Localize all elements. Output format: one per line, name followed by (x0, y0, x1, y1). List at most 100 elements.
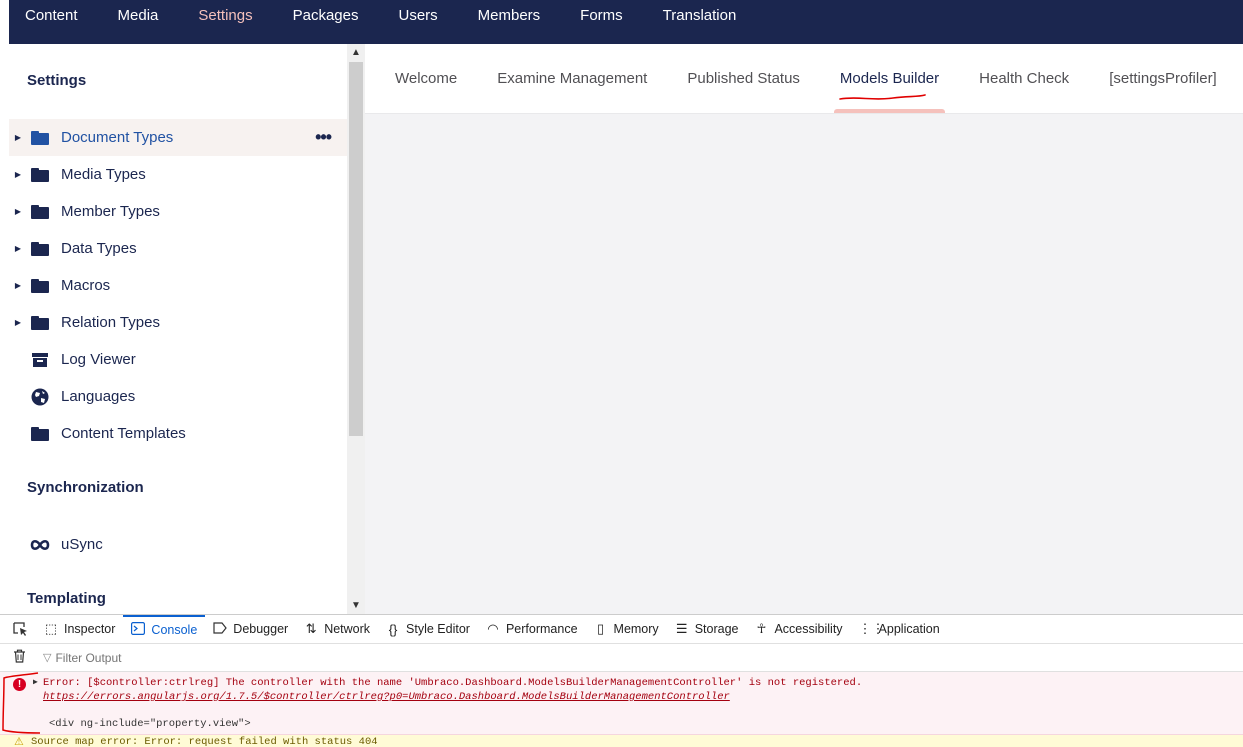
tab-label: Network (324, 622, 371, 636)
storage-icon: ☰ (675, 621, 688, 636)
scroll-down-icon[interactable]: ▼ (347, 597, 365, 614)
expand-caret-icon[interactable]: ▶ (10, 318, 26, 327)
folder-icon (29, 166, 51, 184)
section-users[interactable]: Users (378, 0, 457, 44)
application-icon: ⋮⋮ (858, 621, 885, 636)
debugger-icon (213, 621, 228, 637)
expand-caret-icon[interactable]: ▶ (10, 244, 26, 253)
devtools-tab-debugger[interactable]: Debugger (205, 615, 296, 644)
tree-item-label: Member Types (61, 203, 160, 220)
folder-icon (29, 314, 51, 332)
tree-item-label: Macros (61, 277, 111, 294)
tree-item-document-types[interactable]: ▶ Document Types ••• (9, 119, 347, 156)
tree-item-label: Languages (61, 388, 136, 405)
tab-health-check[interactable]: Health Check (979, 44, 1069, 113)
browser-devtools: ⬚ Inspector Console Debugger ⇅ Network {} S… (0, 614, 1243, 747)
section-settings[interactable]: Settings (178, 0, 273, 55)
console-filter-bar: ▽ (0, 644, 1243, 672)
tree-item-data-types[interactable]: ▶ Data Types (9, 230, 347, 267)
scrollbar-thumb[interactable] (349, 62, 363, 436)
tab-label: Debugger (233, 622, 289, 636)
expand-caret-icon[interactable]: ▶ (10, 170, 26, 179)
error-icon: ! (13, 678, 26, 691)
tree-item-member-types[interactable]: ▶ Member Types (9, 193, 347, 230)
inspector-icon: ⬚ (44, 621, 58, 636)
dashboard-area: Welcome Examine Management Published Sta… (365, 44, 1243, 614)
trash-icon[interactable] (13, 649, 29, 666)
error-link[interactable]: https://errors.angularjs.org/1.7.5/$cont… (43, 691, 730, 703)
dashboard-tabs: Welcome Examine Management Published Sta… (365, 44, 1243, 114)
tab-published-status[interactable]: Published Status (687, 44, 800, 113)
header-bar: Content Media Settings Packages Users Me… (9, 0, 1243, 55)
style-editor-icon: {} (388, 621, 398, 637)
tree-item-label: Relation Types (61, 314, 160, 331)
tree-section-title: Synchronization (27, 479, 144, 496)
tab-label: Storage (694, 622, 739, 636)
tree-item-macros[interactable]: ▶ Macros (9, 267, 347, 304)
devtools-toolbar: ⬚ Inspector Console Debugger ⇅ Network {} S… (0, 614, 1243, 644)
tree-section-title: Templating (27, 590, 106, 607)
tree-item-label: Content Templates (61, 425, 186, 442)
accessibility-icon: ☥ (756, 621, 767, 636)
element-picker-icon[interactable] (4, 615, 36, 644)
globe-icon (29, 388, 51, 406)
folder-icon (29, 240, 51, 258)
tree-item-usync[interactable]: uSync (9, 526, 347, 563)
performance-icon: ◠ (487, 621, 499, 636)
expand-caret-icon[interactable]: ▶ (10, 133, 26, 142)
tree-scrollbar[interactable]: ▲ ▼ (347, 44, 365, 614)
devtools-tab-style-editor[interactable]: {} Style Editor (378, 615, 478, 644)
tree-item-content-templates[interactable]: Content Templates (9, 415, 347, 452)
folder-icon (29, 129, 51, 147)
folder-icon (29, 425, 51, 443)
console-error-message[interactable]: ! ▶ Error: [$controller:ctrlreg] The con… (0, 672, 1243, 735)
tree-item-label: Document Types (61, 129, 174, 146)
devtools-tab-memory[interactable]: ▯ Memory (586, 615, 667, 644)
umbraco-backoffice: Content Media Settings Packages Users Me… (0, 0, 1243, 747)
section-forms[interactable]: Forms (560, 0, 643, 44)
tree-item-languages[interactable]: Languages (9, 378, 347, 415)
tree-item-media-types[interactable]: ▶ Media Types (9, 156, 347, 193)
devtools-tab-network[interactable]: ⇅ Network (296, 615, 378, 644)
infinity-icon (29, 536, 51, 554)
folder-icon (29, 203, 51, 221)
tab-examine-management[interactable]: Examine Management (497, 44, 647, 113)
expand-caret-icon[interactable]: ▶ (10, 207, 26, 216)
devtools-tab-inspector[interactable]: ⬚ Inspector (36, 615, 123, 644)
tab-label: Style Editor (406, 622, 470, 636)
tree-item-log-viewer[interactable]: Log Viewer (9, 341, 347, 378)
warning-text: Source map error: Error: request failed … (31, 736, 378, 747)
tab-label: Application (878, 622, 940, 636)
tree-item-relation-types[interactable]: ▶ Relation Types (9, 304, 347, 341)
section-members[interactable]: Members (458, 0, 561, 44)
devtools-tab-performance[interactable]: ◠ Performance (478, 615, 586, 644)
expand-triangle-icon[interactable]: ▶ (33, 677, 38, 687)
folder-icon (29, 277, 51, 295)
expand-caret-icon[interactable]: ▶ (10, 281, 26, 290)
tree-item-label: Log Viewer (61, 351, 136, 368)
memory-icon: ▯ (596, 621, 605, 636)
tab-settings-profiler[interactable]: [settingsProfiler] (1109, 44, 1217, 113)
tree-item-label: Media Types (61, 166, 146, 183)
devtools-tab-storage[interactable]: ☰ Storage (667, 615, 747, 644)
network-icon: ⇅ (305, 621, 317, 636)
tab-label: Inspector (64, 622, 116, 636)
section-translation[interactable]: Translation (643, 0, 757, 44)
console-warning-message[interactable]: ⚠ Source map error: Error: request faile… (0, 735, 1243, 747)
devtools-tab-application[interactable]: ⋮⋮ Application (851, 615, 948, 644)
section-content[interactable]: Content (9, 0, 98, 44)
tree-item-label: uSync (61, 536, 103, 553)
tab-label: Console (151, 623, 198, 637)
console-icon (131, 622, 146, 638)
filter-output-input[interactable] (53, 647, 454, 668)
scroll-up-icon[interactable]: ▲ (347, 44, 365, 61)
devtools-tab-accessibility[interactable]: ☥ Accessibility (746, 615, 850, 644)
settings-tree: Settings ▶ Document Types ••• ▶ Media Ty… (9, 44, 347, 614)
more-actions-icon[interactable]: ••• (315, 127, 332, 148)
warning-icon: ⚠ (14, 736, 24, 747)
section-media[interactable]: Media (98, 0, 179, 44)
devtools-tab-console[interactable]: Console (123, 614, 206, 644)
tab-welcome[interactable]: Welcome (395, 44, 457, 113)
section-packages[interactable]: Packages (273, 0, 379, 44)
error-context: <div ng-include="property.view"> (49, 718, 251, 730)
